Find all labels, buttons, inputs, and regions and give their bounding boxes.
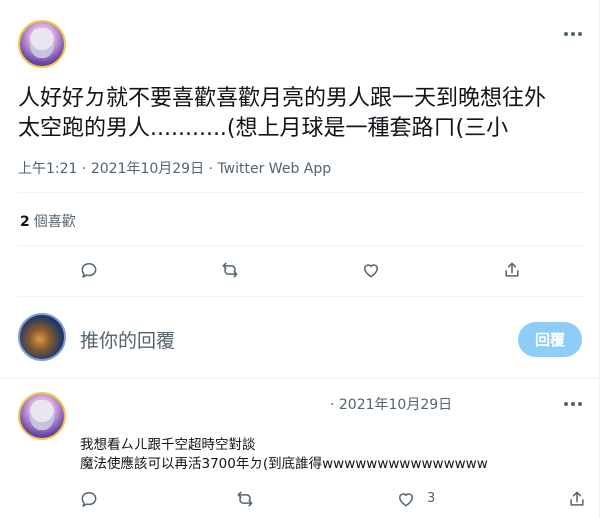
share-icon [570, 491, 584, 506]
like-button[interactable] [357, 256, 385, 284]
comment-icon [81, 263, 97, 278]
reply-input[interactable] [80, 326, 500, 356]
reply-retweet-button[interactable] [231, 485, 259, 513]
reply-text-line-1: 我想看ㄙㄦ跟千空超時空對談 [80, 437, 256, 453]
reply-text-line-2: 魔法使應該可以再活3700年ㄉ(到底誰得wwwwwwwwwwwwwww [80, 456, 488, 472]
tweet-client[interactable]: Twitter Web App [217, 161, 331, 177]
more-icon[interactable] [558, 24, 588, 44]
retweet-button[interactable] [216, 256, 244, 284]
comment-icon [81, 492, 97, 507]
more-icon[interactable] [558, 394, 588, 414]
share-button[interactable] [498, 256, 526, 284]
tweet-date[interactable]: 2021年10月29日 [91, 161, 204, 177]
user-avatar[interactable] [18, 313, 66, 361]
share-icon [505, 262, 519, 277]
reply-button[interactable]: 回覆 [518, 322, 582, 357]
author-avatar[interactable] [18, 20, 66, 68]
tweet-text: 人好好ㄉ就不要喜歡喜歡月亮的男人跟一天到晚想往外 太空跑的男人.........… [18, 84, 588, 144]
reply-text: 我想看ㄙㄦ跟千空超時空對談 魔法使應該可以再活3700年ㄉ(到底誰得wwwwww… [80, 436, 580, 474]
tweet-text-line-2: 太空跑的男人...........(想上月球是一種套路ㄇ(三小 [18, 116, 509, 141]
heart-icon [399, 493, 413, 507]
divider [18, 245, 584, 246]
reply-comment-button[interactable] [75, 485, 103, 513]
comment-button[interactable] [75, 256, 103, 284]
reply-like-count: 3 [427, 491, 436, 506]
likes-count: 2 [20, 214, 30, 230]
likes-label: 個喜歡 [33, 214, 76, 230]
tweet-time[interactable]: 上午1:21 [18, 161, 77, 177]
retweet-icon [237, 491, 253, 507]
retweet-icon [222, 262, 238, 278]
section-separator [0, 378, 600, 379]
reply-date[interactable]: · 2021年10月29日 [330, 394, 452, 414]
tweet-meta: 上午1:21 · 2021年10月29日 · Twitter Web App [18, 161, 332, 177]
divider [18, 296, 584, 297]
divider [18, 192, 584, 193]
tweet-detail-panel: 人好好ㄉ就不要喜歡喜歡月亮的男人跟一天到晚想往外 太空跑的男人.........… [0, 0, 600, 518]
heart-icon [364, 264, 378, 278]
reply-like-button[interactable] [392, 485, 420, 513]
reply-share-button[interactable] [563, 485, 591, 513]
reply-author-avatar[interactable] [18, 392, 66, 440]
likes-count-link[interactable]: 2 個喜歡 [20, 211, 76, 231]
tweet-text-line-1: 人好好ㄉ就不要喜歡喜歡月亮的男人跟一天到晚想往外 [18, 86, 547, 111]
